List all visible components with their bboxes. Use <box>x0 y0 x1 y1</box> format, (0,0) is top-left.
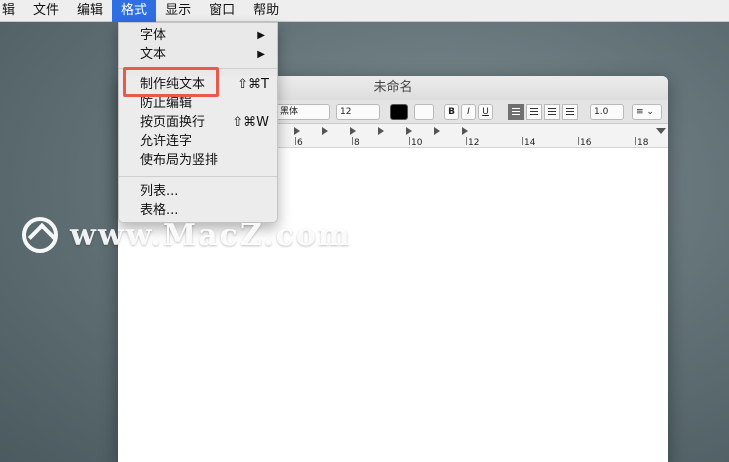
ruler-number: 16 <box>580 138 592 148</box>
watermark: www.MacZ.com <box>22 210 352 260</box>
format-menu: 字体 ▶ 文本 ▶ 制作纯文本 ⇧⌘T 防止编辑 按页面换行 ⇧⌘W 允许连字 … <box>118 22 278 223</box>
menu-item-wrap-to-page[interactable]: 按页面换行 ⇧⌘W <box>119 113 277 132</box>
menu-item-label: 按页面换行 <box>140 115 206 130</box>
menu-item-font[interactable]: 字体 ▶ <box>119 26 277 45</box>
watermark-text: www.MacZ.com <box>70 217 352 253</box>
highlight-annotation <box>123 67 219 97</box>
ruler-tick <box>522 137 523 145</box>
align-justify-icon[interactable] <box>562 104 578 120</box>
macz-logo-icon <box>22 217 58 253</box>
underline-button[interactable]: U <box>478 104 493 120</box>
text-color-well[interactable] <box>390 104 408 120</box>
menu-item-label: 文本 <box>140 47 167 62</box>
menu-shortcut: ⇧⌘W <box>232 115 269 130</box>
menu-bar: 辑 文件 编辑 格式 显示 窗口 帮助 <box>0 0 729 22</box>
align-center-icon[interactable] <box>526 104 542 120</box>
tab-stop-icon[interactable] <box>434 127 440 135</box>
ruler-number: 18 <box>637 138 649 148</box>
font-size-select[interactable]: 12 <box>336 104 380 120</box>
right-margin-icon[interactable] <box>656 128 666 134</box>
tab-stop-icon[interactable] <box>378 127 384 135</box>
menu-item-label: 使布局为竖排 <box>140 153 219 168</box>
align-right-icon[interactable] <box>544 104 560 120</box>
menu-shortcut: ⇧⌘T <box>237 77 269 92</box>
line-spacing-select[interactable]: 1.0 <box>590 104 624 120</box>
menu-item-label: 字体 <box>140 28 167 43</box>
highlight-color-icon[interactable] <box>414 104 434 120</box>
tab-stop-icon[interactable] <box>322 127 328 135</box>
ruler-tick <box>409 137 410 145</box>
ruler-number: 12 <box>468 138 480 148</box>
tab-stop-icon[interactable] <box>406 127 412 135</box>
menu-view[interactable]: 显示 <box>156 0 200 22</box>
ruler-number: 10 <box>411 138 423 148</box>
menu-item-label: 列表... <box>140 184 179 199</box>
ruler-number: 8 <box>354 138 360 148</box>
menu-file[interactable]: 文件 <box>24 0 68 22</box>
menu-format[interactable]: 格式 <box>112 0 157 22</box>
ruler-number: 14 <box>524 138 536 148</box>
menu-edit[interactable]: 编辑 <box>68 0 112 22</box>
ruler-tick <box>635 137 636 145</box>
menu-item-label: 防止编辑 <box>140 96 193 111</box>
menu-item-vertical-layout[interactable]: 使布局为竖排 <box>119 151 277 170</box>
submenu-arrow-icon: ▶ <box>257 30 265 41</box>
ruler-tick <box>295 137 296 145</box>
list-style-icon[interactable]: ≡ ⌄ <box>632 104 662 120</box>
tab-stop-icon[interactable] <box>294 127 300 135</box>
bold-button[interactable]: B <box>444 104 459 120</box>
menu-item-list[interactable]: 列表... <box>119 182 277 201</box>
menu-item-allow-hyphenation[interactable]: 允许连字 <box>119 132 277 151</box>
menu-item-text[interactable]: 文本 ▶ <box>119 45 277 64</box>
ruler-tick <box>578 137 579 145</box>
menu-help[interactable]: 帮助 <box>244 0 288 22</box>
tab-stop-icon[interactable] <box>462 127 468 135</box>
ruler-number: 6 <box>297 138 303 148</box>
align-left-icon[interactable] <box>508 104 524 120</box>
menu-separator <box>119 176 277 177</box>
ruler-tick <box>466 137 467 145</box>
font-family-select[interactable]: 黑体 <box>276 104 330 120</box>
submenu-arrow-icon: ▶ <box>257 49 265 60</box>
ruler-tick <box>352 137 353 145</box>
tab-stop-icon[interactable] <box>350 127 356 135</box>
menu-window[interactable]: 窗口 <box>200 0 244 22</box>
italic-button[interactable]: I <box>461 104 476 120</box>
menu-edit-partial[interactable]: 辑 <box>0 0 24 22</box>
menu-item-label: 允许连字 <box>140 134 193 149</box>
